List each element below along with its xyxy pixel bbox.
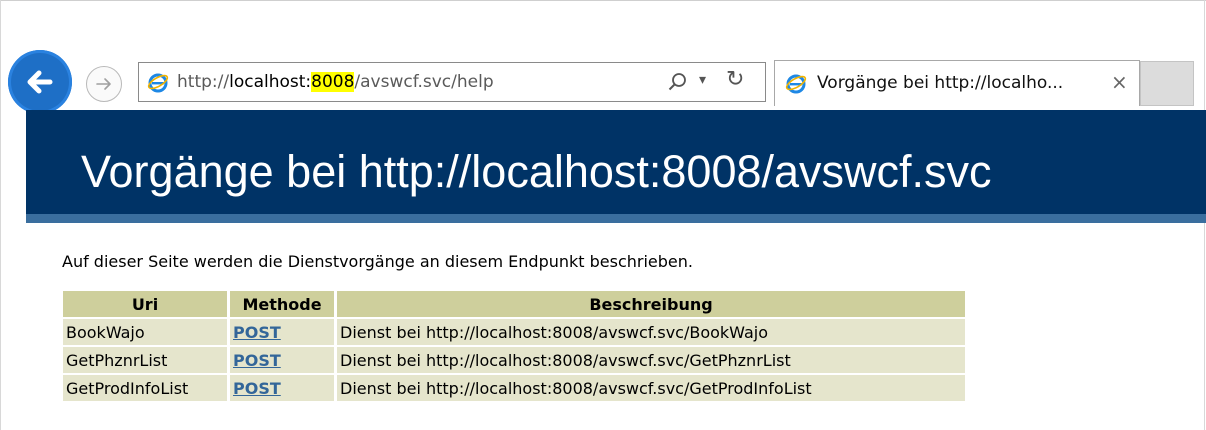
url-text[interactable]: http://localhost:8008/avswcf.svc/help [177, 72, 494, 92]
operations-table: Uri Methode Beschreibung BookWajo POST D… [60, 289, 968, 403]
address-bar[interactable]: http://localhost:8008/avswcf.svc/help ▾ … [138, 62, 766, 102]
window-top-border [0, 0, 1206, 1]
ie-icon [147, 73, 169, 93]
uri-cell: GetPhznrList [63, 347, 227, 373]
table-header-row: Uri Methode Beschreibung [63, 291, 965, 317]
method-cell: POST [230, 347, 334, 373]
search-icon[interactable] [667, 71, 689, 93]
description-cell: Dienst bei http://localhost:8008/avswcf.… [337, 347, 965, 373]
forward-button[interactable] [86, 66, 122, 102]
back-arrow-icon [27, 70, 53, 94]
page-header: Vorgänge bei http://localhost:8008/avswc… [26, 110, 1206, 214]
url-prefix: http:// [177, 72, 230, 92]
back-button[interactable] [8, 50, 72, 114]
url-host: localhost: [229, 72, 312, 92]
url-path: /avswcf.svc/help [354, 72, 494, 92]
refresh-icon[interactable]: ↻ [726, 67, 744, 92]
uri-cell: GetProdInfoList [63, 375, 227, 401]
page-title: Vorgänge bei http://localhost:8008/avswc… [81, 146, 992, 197]
url-port-highlight: 8008 [311, 72, 355, 92]
post-link[interactable]: POST [233, 379, 281, 398]
dropdown-icon[interactable]: ▾ [699, 72, 706, 88]
new-tab-button[interactable] [1140, 61, 1194, 106]
tab-active[interactable]: Vorgänge bei http://localho... × [774, 60, 1140, 106]
tab-title: Vorgänge bei http://localho... [817, 73, 1064, 93]
header-divider [26, 214, 1206, 223]
description-cell: Dienst bei http://localhost:8008/avswcf.… [337, 375, 965, 401]
method-cell: POST [230, 375, 334, 401]
intro-text: Auf dieser Seite werden die Dienstvorgän… [62, 252, 693, 271]
forward-arrow-icon [96, 78, 111, 90]
table-row: GetProdInfoList POST Dienst bei http://l… [63, 375, 965, 401]
method-cell: POST [230, 319, 334, 345]
post-link[interactable]: POST [233, 351, 281, 370]
table-row: GetPhznrList POST Dienst bei http://loca… [63, 347, 965, 373]
column-header-description: Beschreibung [337, 291, 965, 317]
column-header-method: Methode [230, 291, 334, 317]
post-link[interactable]: POST [233, 323, 281, 342]
close-icon[interactable]: × [1111, 70, 1128, 94]
uri-cell: BookWajo [63, 319, 227, 345]
column-header-uri: Uri [63, 291, 227, 317]
ie-icon [785, 74, 807, 94]
window-left-border [0, 0, 1, 430]
table-row: BookWajo POST Dienst bei http://localhos… [63, 319, 965, 345]
description-cell: Dienst bei http://localhost:8008/avswcf.… [337, 319, 965, 345]
